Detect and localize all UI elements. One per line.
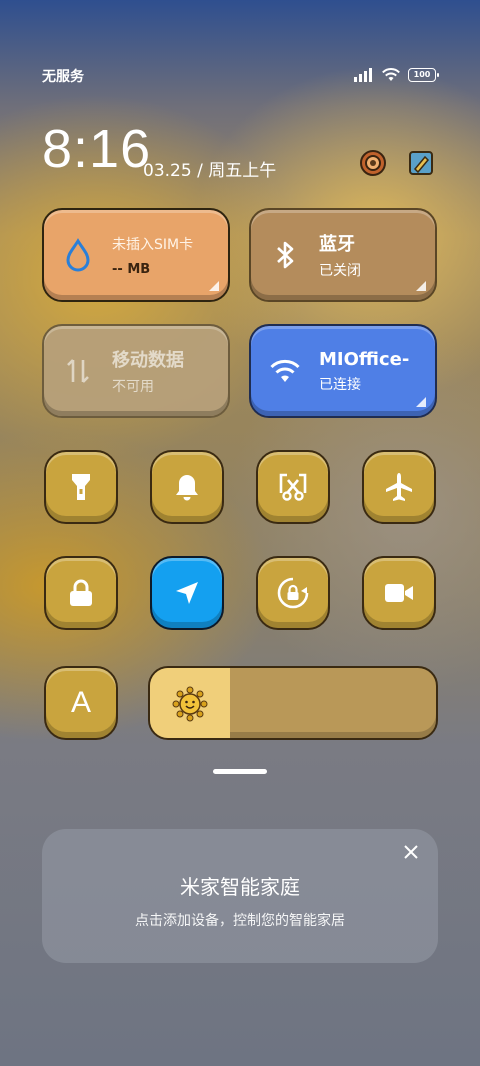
mobile-data-status: 不可用 <box>112 379 154 395</box>
wifi-icon <box>251 358 319 384</box>
mobile-data-tile[interactable]: 移动数据 不可用 <box>42 324 230 418</box>
sim-title: 未插入SIM卡 <box>112 236 194 253</box>
flashlight-icon <box>72 474 90 500</box>
expand-corner-icon <box>209 281 219 291</box>
header-actions <box>358 148 436 178</box>
bluetooth-icon <box>251 239 319 271</box>
data-arrows-icon <box>44 356 112 386</box>
expand-corner-icon <box>416 281 426 291</box>
wifi-status-icon <box>382 68 400 81</box>
droplet-icon <box>44 238 112 272</box>
screenshot-icon <box>279 473 307 501</box>
rotation-lock-icon <box>277 577 309 609</box>
battery-icon: 100 <box>408 67 439 82</box>
drag-handle[interactable] <box>213 769 267 774</box>
sun-icon <box>172 686 208 722</box>
system-icons: 100 <box>354 67 439 82</box>
screenshot-toggle[interactable] <box>256 450 330 524</box>
wifi-network-name: MIOffice- <box>319 348 410 370</box>
location-icon <box>176 582 198 604</box>
rotation-lock-toggle[interactable] <box>256 556 330 630</box>
screen-record-toggle[interactable] <box>362 556 436 630</box>
lock-icon <box>70 579 92 606</box>
smart-home-subtitle: 点击添加设备，控制您的智能家居 <box>135 913 345 929</box>
bluetooth-title: 蓝牙 <box>319 234 355 255</box>
mute-toggle[interactable] <box>150 450 224 524</box>
edit-icon[interactable] <box>406 148 436 178</box>
wifi-status: 已连接 <box>319 376 361 393</box>
brightness-slider[interactable] <box>148 666 438 740</box>
auto-brightness-toggle[interactable]: A <box>44 666 118 740</box>
wifi-tile[interactable]: MIOffice- 已连接 <box>249 324 437 418</box>
sim-data-usage: -- MB <box>112 261 151 277</box>
video-camera-icon <box>385 584 413 602</box>
smart-home-card[interactable]: 米家智能家庭 点击添加设备，控制您的智能家居 <box>42 829 438 963</box>
expand-corner-icon <box>416 397 426 407</box>
mobile-data-title: 移动数据 <box>112 350 184 371</box>
settings-gear-icon[interactable] <box>358 148 388 178</box>
airplane-icon <box>386 473 412 501</box>
clock-time[interactable]: 8:16 <box>42 118 151 180</box>
flashlight-toggle[interactable] <box>44 450 118 524</box>
carrier-status: 无服务 <box>42 69 84 85</box>
airplane-toggle[interactable] <box>362 450 436 524</box>
close-icon[interactable] <box>400 841 422 863</box>
bluetooth-status: 已关闭 <box>319 263 361 279</box>
bluetooth-tile[interactable]: 蓝牙 已关闭 <box>249 208 437 302</box>
bell-icon <box>176 475 198 501</box>
signal-icon <box>354 67 372 82</box>
location-toggle[interactable] <box>150 556 224 630</box>
sim-data-tile[interactable]: 未插入SIM卡 -- MB <box>42 208 230 302</box>
screen-lock-toggle[interactable] <box>44 556 118 630</box>
clock-date[interactable]: 03.25 / 周五上午 <box>143 156 276 181</box>
smart-home-title: 米家智能家庭 <box>180 875 300 899</box>
auto-brightness-label: A <box>70 686 91 719</box>
